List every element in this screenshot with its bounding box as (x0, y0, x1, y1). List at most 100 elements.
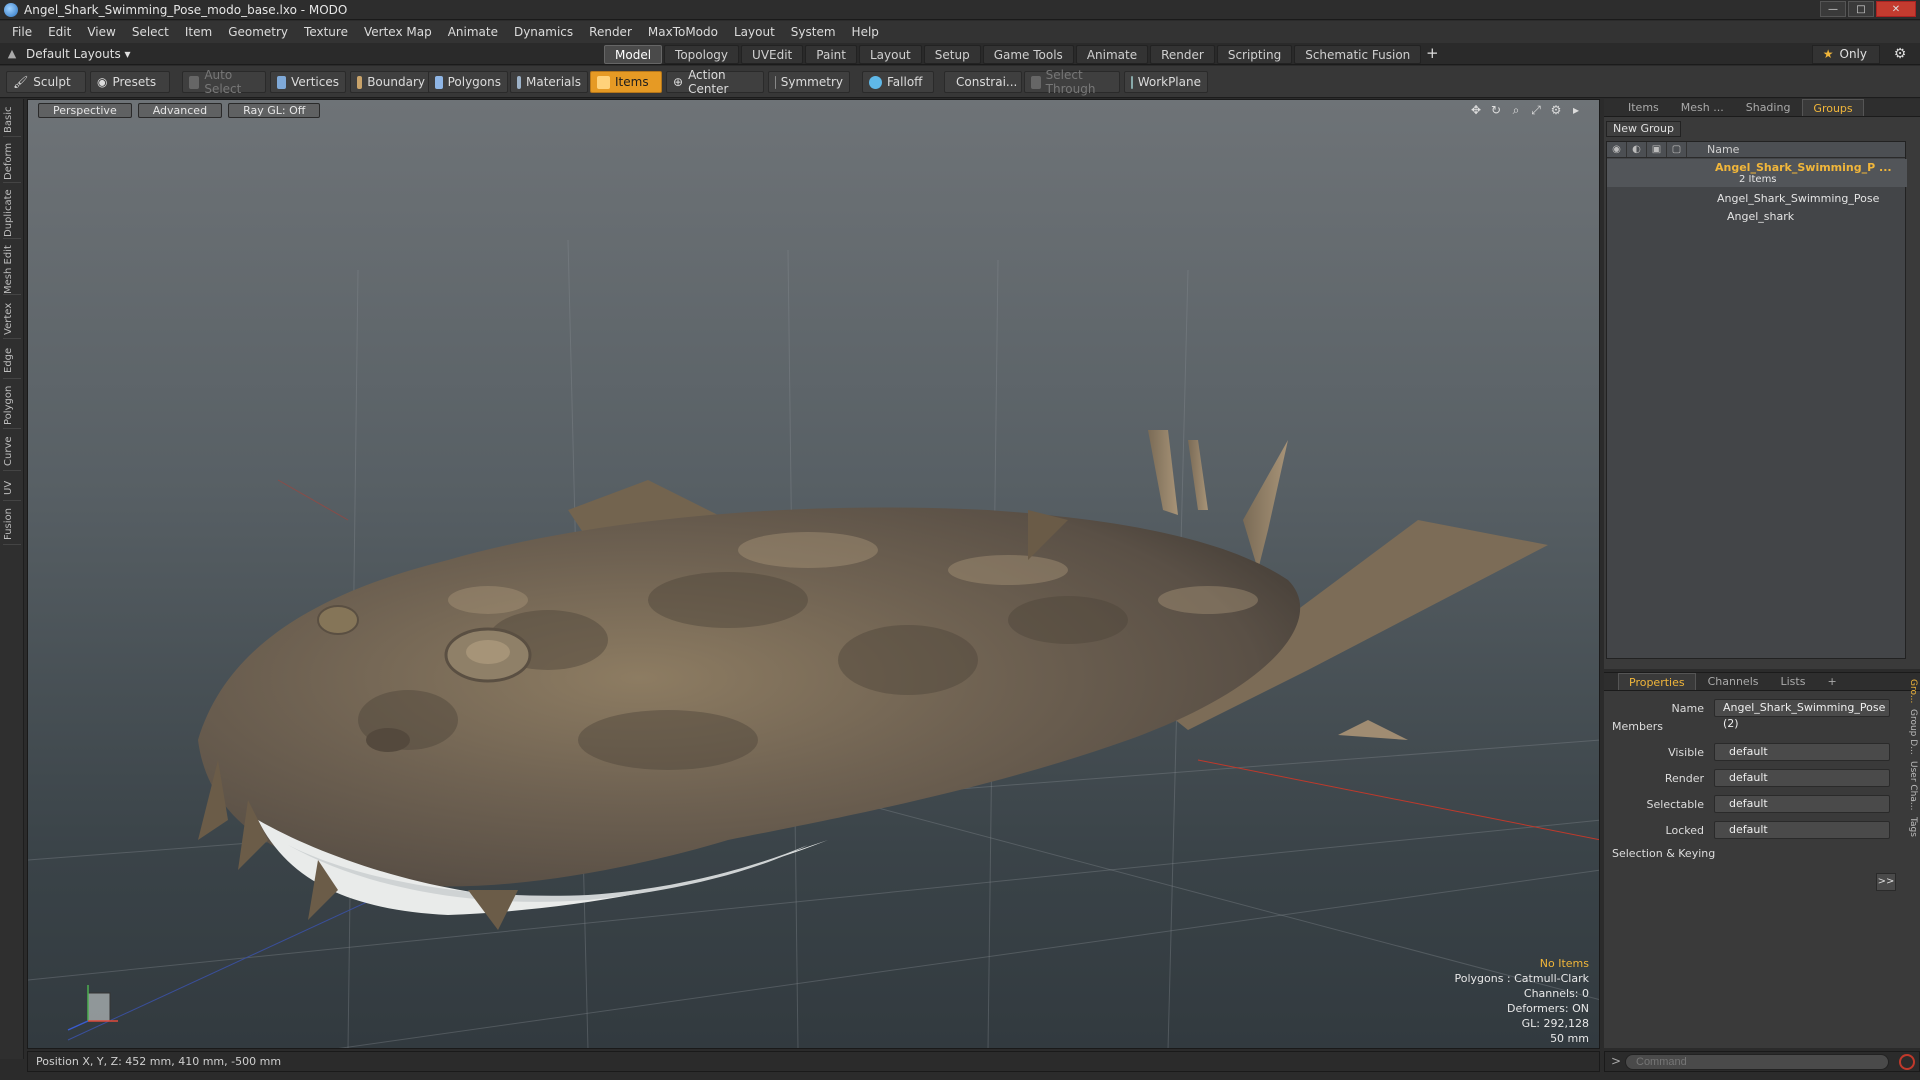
stats-polygons: Polygons : Catmull-Clark (1454, 972, 1589, 985)
tab-render[interactable]: Render (1150, 45, 1215, 64)
constrain-button[interactable]: Constrai... (944, 71, 1022, 93)
tab-shading[interactable]: Shading (1736, 99, 1801, 116)
viewport-expand-icon[interactable]: ▸ (1569, 103, 1583, 117)
minimize-button[interactable]: — (1820, 1, 1846, 17)
menu-select[interactable]: Select (124, 21, 177, 43)
tab-properties[interactable]: Properties (1618, 673, 1696, 690)
sculpt-button[interactable]: 🖌 Sculpt (6, 71, 86, 93)
only-button[interactable]: ★ Only (1811, 45, 1880, 64)
tab-uv[interactable]: UV (3, 475, 21, 501)
layout-pin-icon[interactable]: ▲ (4, 46, 20, 62)
add-properties-tab[interactable]: + (1817, 673, 1846, 690)
tab-schematic-fusion[interactable]: Schematic Fusion (1294, 45, 1422, 64)
menu-help[interactable]: Help (844, 21, 887, 43)
selection-keying-section[interactable]: Selection & Keying (1612, 847, 1715, 860)
render-col-icon[interactable]: ◐ (1627, 142, 1647, 157)
viewport-gear-icon[interactable]: ⚙ (1549, 103, 1563, 117)
3d-viewport[interactable]: Perspective Advanced Ray GL: Off ✥ ↻ ⌕ ⤢… (27, 99, 1600, 1049)
command-clear-icon[interactable] (1899, 1054, 1915, 1070)
selectable-row: Selectable default (1604, 795, 1904, 815)
select-col-icon[interactable]: ▢ (1667, 142, 1687, 157)
tree-row[interactable]: Angel_shark (1607, 208, 1907, 226)
shading-mode-button[interactable]: Advanced (137, 103, 223, 118)
tab-channels[interactable]: Channels (1698, 673, 1769, 690)
side-tab-group[interactable]: Gro... (1904, 679, 1918, 703)
auto-select-button[interactable]: Auto Select (182, 68, 266, 96)
side-tab-user-channels[interactable]: User Cha... (1904, 761, 1918, 810)
symmetry-button[interactable]: Symmetry (768, 71, 850, 93)
locked-dropdown[interactable]: default (1714, 821, 1890, 839)
tab-lists[interactable]: Lists (1771, 673, 1816, 690)
menu-maxtomodo[interactable]: MaxToModo (640, 21, 726, 43)
tab-duplicate[interactable]: Duplicate (3, 189, 21, 239)
tab-scripting[interactable]: Scripting (1216, 45, 1293, 64)
tab-curve[interactable]: Curve (3, 433, 21, 471)
rotate-icon[interactable]: ↻ (1489, 103, 1503, 117)
tab-mesh-edit[interactable]: Mesh Edit (3, 245, 21, 295)
action-center-button[interactable]: ⊕ Action Center (666, 68, 764, 96)
tab-fusion[interactable]: Fusion (3, 505, 21, 545)
maximize-button[interactable]: □ (1848, 1, 1874, 17)
menu-geometry[interactable]: Geometry (220, 21, 296, 43)
name-field[interactable]: Angel_Shark_Swimming_Pose (2) (1714, 699, 1890, 730)
tab-polygon[interactable]: Polygon (3, 383, 21, 429)
tab-layout[interactable]: Layout (858, 45, 922, 64)
tree-row[interactable]: Angel_Shark_Swimming_Pose (1607, 190, 1907, 208)
tab-uvedit[interactable]: UVEdit (741, 45, 804, 64)
command-input[interactable] (1625, 1054, 1889, 1070)
visibility-col-icon[interactable]: ◉ (1607, 142, 1627, 157)
tab-game-tools[interactable]: Game Tools (982, 45, 1074, 64)
fit-icon[interactable]: ⤢ (1529, 103, 1543, 117)
menu-view[interactable]: View (79, 21, 123, 43)
tab-edge[interactable]: Edge (3, 343, 21, 379)
new-group-button[interactable]: New Group (1606, 121, 1681, 137)
tab-animate[interactable]: Animate (1075, 45, 1149, 64)
menu-dynamics[interactable]: Dynamics (506, 21, 581, 43)
falloff-button[interactable]: Falloff (862, 71, 934, 93)
menu-animate[interactable]: Animate (440, 21, 506, 43)
tab-basic[interactable]: Basic (3, 103, 21, 137)
menu-system[interactable]: System (783, 21, 844, 43)
tab-groups[interactable]: Groups (1802, 99, 1864, 116)
gear-icon[interactable]: ⚙ (1890, 45, 1910, 64)
group-row[interactable]: Angel_Shark_Swimming_P ... 2 Items (1607, 159, 1907, 187)
menu-vertex-map[interactable]: Vertex Map (356, 21, 440, 43)
tab-topology[interactable]: Topology (664, 45, 740, 64)
menu-texture[interactable]: Texture (296, 21, 356, 43)
add-tab-button[interactable]: + (1423, 45, 1441, 64)
tab-model[interactable]: Model (604, 45, 663, 64)
zoom-icon[interactable]: ⌕ (1509, 103, 1523, 117)
close-button[interactable]: ✕ (1876, 1, 1916, 17)
selectable-dropdown[interactable]: default (1714, 795, 1890, 813)
lock-col-icon[interactable]: ▣ (1647, 142, 1667, 157)
side-tab-group-display[interactable]: Group D... (1904, 709, 1918, 755)
more-button[interactable]: >> (1876, 873, 1896, 891)
pan-icon[interactable]: ✥ (1469, 103, 1483, 117)
visible-dropdown[interactable]: default (1714, 743, 1890, 761)
workplane-button[interactable]: WorkPlane (1124, 71, 1208, 93)
tab-mesh[interactable]: Mesh ... (1671, 99, 1734, 116)
select-through-button[interactable]: Select Through (1024, 68, 1120, 96)
tab-vertex[interactable]: Vertex (3, 299, 21, 339)
members-section[interactable]: Members (1612, 720, 1663, 733)
menu-file[interactable]: File (4, 21, 40, 43)
presets-button[interactable]: ◉ Presets (90, 71, 170, 93)
menu-edit[interactable]: Edit (40, 21, 79, 43)
polygons-button[interactable]: Polygons (428, 71, 508, 93)
layout-selector[interactable]: ▲ Default Layouts ▾ (4, 45, 131, 63)
tab-deform[interactable]: Deform (3, 141, 21, 183)
tab-paint[interactable]: Paint (805, 45, 857, 64)
menu-render[interactable]: Render (581, 21, 640, 43)
vertices-button[interactable]: Vertices (270, 71, 346, 93)
menu-layout[interactable]: Layout (726, 21, 783, 43)
side-tab-tags[interactable]: Tags (1904, 817, 1918, 837)
menu-item[interactable]: Item (177, 21, 220, 43)
view-mode-button[interactable]: Perspective (38, 103, 132, 118)
render-dropdown[interactable]: default (1714, 769, 1890, 787)
raygl-button[interactable]: Ray GL: Off (228, 103, 321, 118)
tab-setup[interactable]: Setup (923, 45, 981, 64)
materials-button[interactable]: Materials (510, 71, 588, 93)
boundary-button[interactable]: Boundary (350, 71, 432, 93)
tab-items[interactable]: Items (1618, 99, 1669, 116)
items-button[interactable]: Items (590, 71, 662, 93)
